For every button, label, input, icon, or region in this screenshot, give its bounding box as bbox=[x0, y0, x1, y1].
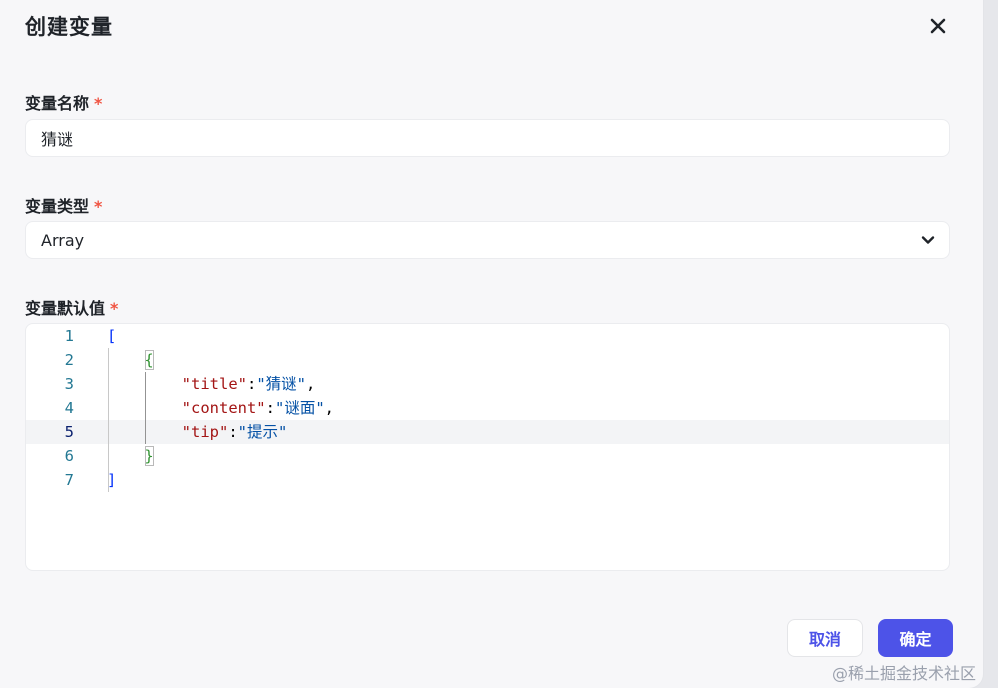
code-text: "tip":"提示" bbox=[107, 420, 288, 444]
default-value-label-text: 变量默认值 bbox=[25, 299, 106, 318]
code-line[interactable]: 7] bbox=[26, 468, 949, 492]
code-token: "猜谜" bbox=[256, 375, 306, 393]
code-token: , bbox=[324, 399, 335, 417]
required-mark: * bbox=[94, 197, 103, 216]
variable-name-value: 猜谜 bbox=[41, 130, 74, 149]
code-text: [ bbox=[107, 324, 116, 348]
line-number: 3 bbox=[64, 375, 74, 393]
code-token: : bbox=[265, 399, 275, 417]
line-number: 7 bbox=[64, 471, 74, 489]
variable-type-select[interactable]: Array bbox=[25, 221, 950, 259]
default-value-label: 变量默认值 * bbox=[25, 295, 118, 319]
close-button[interactable] bbox=[925, 13, 951, 39]
code-token: : bbox=[228, 423, 238, 441]
code-token: "提示" bbox=[237, 423, 288, 441]
bracket-match-box bbox=[145, 350, 154, 370]
code-token: , bbox=[306, 375, 316, 393]
code-line[interactable]: 1[ bbox=[26, 324, 949, 348]
variable-name-label-text: 变量名称 bbox=[25, 94, 90, 113]
code-line[interactable]: 5 "tip":"提示" bbox=[26, 420, 949, 444]
line-number: 4 bbox=[64, 399, 74, 417]
watermark: @稀土掘金技术社区 bbox=[832, 664, 977, 683]
variable-type-label: 变量类型 * bbox=[25, 193, 102, 217]
line-number: 5 bbox=[64, 423, 74, 441]
code-token: [ bbox=[107, 327, 117, 345]
code-token: "tip" bbox=[181, 423, 229, 441]
line-number: 6 bbox=[64, 447, 74, 465]
code-token: "title" bbox=[181, 375, 247, 393]
bracket-match-box bbox=[145, 446, 154, 466]
variable-name-label: 变量名称 * bbox=[25, 90, 102, 114]
code-editor[interactable]: 7] 6 } 5 "tip":"提示" 4 "content":"谜面", 3 "tit… bbox=[25, 323, 950, 571]
code-line[interactable]: 2 { bbox=[26, 348, 949, 372]
code-line[interactable]: 4 "content":"谜面", bbox=[26, 396, 949, 420]
close-icon bbox=[930, 18, 946, 34]
variable-type-label-text: 变量类型 bbox=[25, 197, 90, 216]
required-mark: * bbox=[94, 94, 103, 113]
code-line[interactable]: 6 } bbox=[26, 444, 949, 468]
code-text: "content":"谜面", bbox=[107, 396, 334, 420]
code-line[interactable]: 3 "title":"猜谜", bbox=[26, 372, 949, 396]
code-token: : bbox=[246, 375, 257, 393]
line-number: 1 bbox=[64, 327, 74, 345]
code-token: "content" bbox=[181, 399, 266, 417]
confirm-button[interactable]: 确定 bbox=[878, 619, 953, 657]
required-mark: * bbox=[110, 299, 119, 318]
indent-guide-active bbox=[145, 372, 146, 444]
variable-name-input[interactable]: 猜谜 bbox=[25, 119, 950, 157]
line-number: 2 bbox=[64, 351, 74, 369]
create-variable-dialog: 创建变量 变量名称 * 猜谜 变量类型 * Array 变量默认值 * 7] 6 } 5 … bbox=[0, 0, 983, 688]
indent-guide bbox=[108, 348, 109, 492]
variable-type-value: Array bbox=[41, 230, 85, 250]
code-token: "谜面" bbox=[275, 399, 325, 417]
chevron-down-icon bbox=[921, 236, 935, 244]
dialog-title: 创建变量 bbox=[25, 15, 113, 39]
code-text: "title":"猜谜", bbox=[107, 372, 316, 396]
cancel-button[interactable]: 取消 bbox=[787, 619, 863, 657]
